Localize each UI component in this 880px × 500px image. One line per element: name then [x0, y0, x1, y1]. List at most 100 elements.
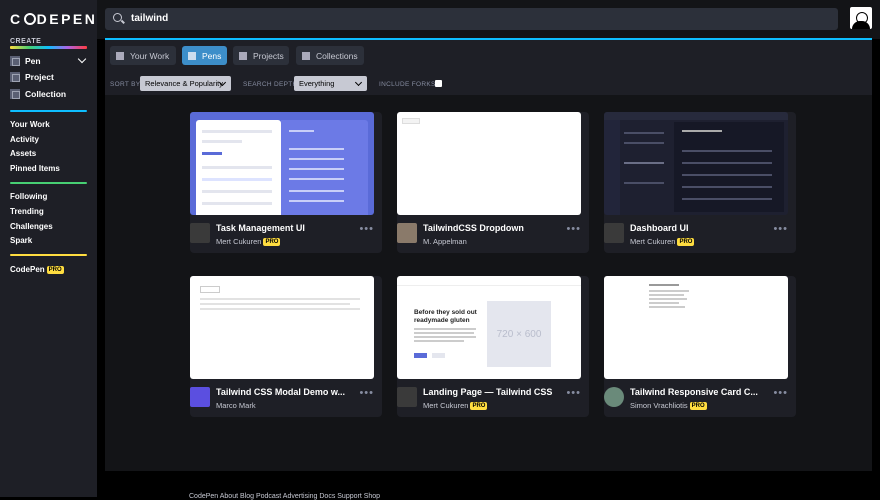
- sidebar-item-trending[interactable]: Trending: [10, 207, 44, 216]
- pen-author[interactable]: Mert Cukuren PRO: [216, 237, 281, 246]
- author-avatar[interactable]: [604, 387, 624, 407]
- pen-title[interactable]: TailwindCSS Dropdown: [423, 223, 563, 233]
- sidebar-item-activity[interactable]: Activity: [10, 135, 39, 144]
- collections-icon: [302, 51, 310, 60]
- collection-icon: [10, 89, 20, 99]
- create-project-label: Project: [25, 72, 54, 82]
- preview-line: [649, 294, 684, 296]
- tab-label: Collections: [316, 50, 358, 61]
- pen-card: Dashboard UI Mert Cukuren PRO •••: [604, 112, 796, 253]
- more-options-icon[interactable]: •••: [359, 387, 374, 399]
- author-avatar[interactable]: [397, 387, 417, 407]
- pen-author[interactable]: M. Appelman: [423, 237, 467, 246]
- preview-button: [414, 353, 427, 358]
- search-input[interactable]: [131, 8, 811, 30]
- preview-header: [397, 276, 581, 286]
- pen-title[interactable]: Dashboard UI: [630, 223, 770, 233]
- search-bar[interactable]: [105, 8, 838, 30]
- sidebar-item-challenges[interactable]: Challenges: [10, 222, 53, 231]
- author-avatar[interactable]: [190, 387, 210, 407]
- author-name: Marco Mark: [216, 401, 256, 410]
- more-options-icon[interactable]: •••: [359, 223, 374, 235]
- more-options-icon[interactable]: •••: [773, 223, 788, 235]
- pen-title[interactable]: Tailwind Responsive Card C...: [630, 387, 770, 397]
- pen-preview[interactable]: [604, 112, 788, 215]
- pen-card: Before they sold out readymade gluten 72…: [397, 276, 589, 417]
- sidebar-item-assets[interactable]: Assets: [10, 149, 36, 158]
- preview-panel: [281, 120, 368, 215]
- pen-title[interactable]: Task Management UI: [216, 223, 356, 233]
- user-icon: [116, 51, 124, 60]
- more-options-icon[interactable]: •••: [566, 387, 581, 399]
- search-icon: [113, 13, 122, 22]
- pen-card: Tailwind Responsive Card C... Simon Vrac…: [604, 276, 796, 417]
- sidebar-item-following[interactable]: Following: [10, 192, 47, 201]
- sidebar-item-spark[interactable]: Spark: [10, 236, 32, 245]
- sort-by-label: SORT BY: [110, 81, 141, 88]
- preview-line: [649, 306, 685, 308]
- search-depth-label: SEARCH DEPTH: [243, 81, 298, 88]
- pen-preview[interactable]: [604, 276, 788, 379]
- separator: [10, 110, 87, 112]
- create-collection-label: Collection: [25, 89, 67, 99]
- chevron-down-icon[interactable]: [77, 54, 87, 64]
- codepen-logo[interactable]: C DEPEN: [10, 11, 97, 27]
- pro-badge: PRO: [470, 402, 488, 410]
- filter-panel: Your Work Pens Projects Collections SORT…: [105, 40, 872, 95]
- pro-badge: PRO: [677, 238, 695, 246]
- author-name: Simon Vrachliotis: [630, 401, 688, 410]
- preview-line: [649, 302, 679, 304]
- footer: CodePen About Blog Podcast Advertising D…: [97, 471, 880, 500]
- pen-preview[interactable]: Before they sold out readymade gluten 72…: [397, 276, 581, 379]
- pen-title[interactable]: Landing Page — Tailwind CSS: [423, 387, 563, 397]
- sidebar: C DEPEN CREATE Pen Project Collection You…: [0, 0, 97, 497]
- author-name: M. Appelman: [423, 237, 467, 246]
- author-avatar[interactable]: [190, 223, 210, 243]
- create-pen-label: Pen: [25, 56, 41, 66]
- create-collection-button[interactable]: Collection: [10, 87, 66, 101]
- user-avatar[interactable]: [850, 7, 872, 29]
- codepen-pro-label: CodePen: [10, 265, 45, 274]
- more-options-icon[interactable]: •••: [773, 387, 788, 399]
- tab-label: Projects: [253, 50, 284, 61]
- project-icon: [10, 72, 20, 82]
- preview-line: [649, 284, 679, 286]
- pen-preview[interactable]: [190, 276, 374, 379]
- author-avatar[interactable]: [397, 223, 417, 243]
- tab-label: Your Work: [130, 50, 170, 61]
- author-avatar[interactable]: [604, 223, 624, 243]
- include-forks-checkbox[interactable]: [435, 80, 442, 87]
- tab-pens[interactable]: Pens: [182, 46, 227, 65]
- pen-title[interactable]: Tailwind CSS Modal Demo w...: [216, 387, 356, 397]
- sidebar-item-pinned-items[interactable]: Pinned Items: [10, 164, 60, 173]
- pro-badge: PRO: [689, 402, 707, 410]
- pen-author[interactable]: Marco Mark: [216, 401, 256, 410]
- author-name: Mert Cukuren: [216, 237, 262, 246]
- preview-line: [624, 182, 664, 184]
- pen-preview[interactable]: [190, 112, 374, 215]
- create-label: CREATE: [10, 38, 42, 45]
- preview-line: [200, 298, 360, 300]
- sort-by-select[interactable]: Relevance & Popularity: [140, 76, 231, 91]
- pen-preview[interactable]: [397, 112, 581, 215]
- preview-line: [414, 332, 474, 334]
- preview-line: [414, 340, 464, 342]
- tab-projects[interactable]: Projects: [233, 46, 289, 65]
- separator: [10, 182, 87, 184]
- create-project-button[interactable]: Project: [10, 70, 54, 84]
- more-options-icon[interactable]: •••: [566, 223, 581, 235]
- preview-line: [624, 132, 664, 134]
- pen-author[interactable]: Mert Cukuren PRO: [423, 401, 488, 410]
- tab-your-work[interactable]: Your Work: [110, 46, 176, 65]
- dropdown-button-preview: [402, 118, 420, 124]
- codepen-pro-link[interactable]: CodePen PRO: [10, 265, 64, 274]
- preview-line: [624, 142, 664, 144]
- pen-card: TailwindCSS Dropdown M. Appelman •••: [397, 112, 589, 253]
- search-depth-select[interactable]: Everything: [294, 76, 367, 91]
- create-pen-button[interactable]: Pen: [10, 54, 41, 68]
- tab-collections[interactable]: Collections: [296, 46, 364, 65]
- pen-author[interactable]: Mert Cukuren PRO: [630, 237, 695, 246]
- pen-author[interactable]: Simon Vrachliotis PRO: [630, 401, 707, 410]
- sidebar-item-your-work[interactable]: Your Work: [10, 120, 50, 129]
- pen-icon: [10, 56, 20, 66]
